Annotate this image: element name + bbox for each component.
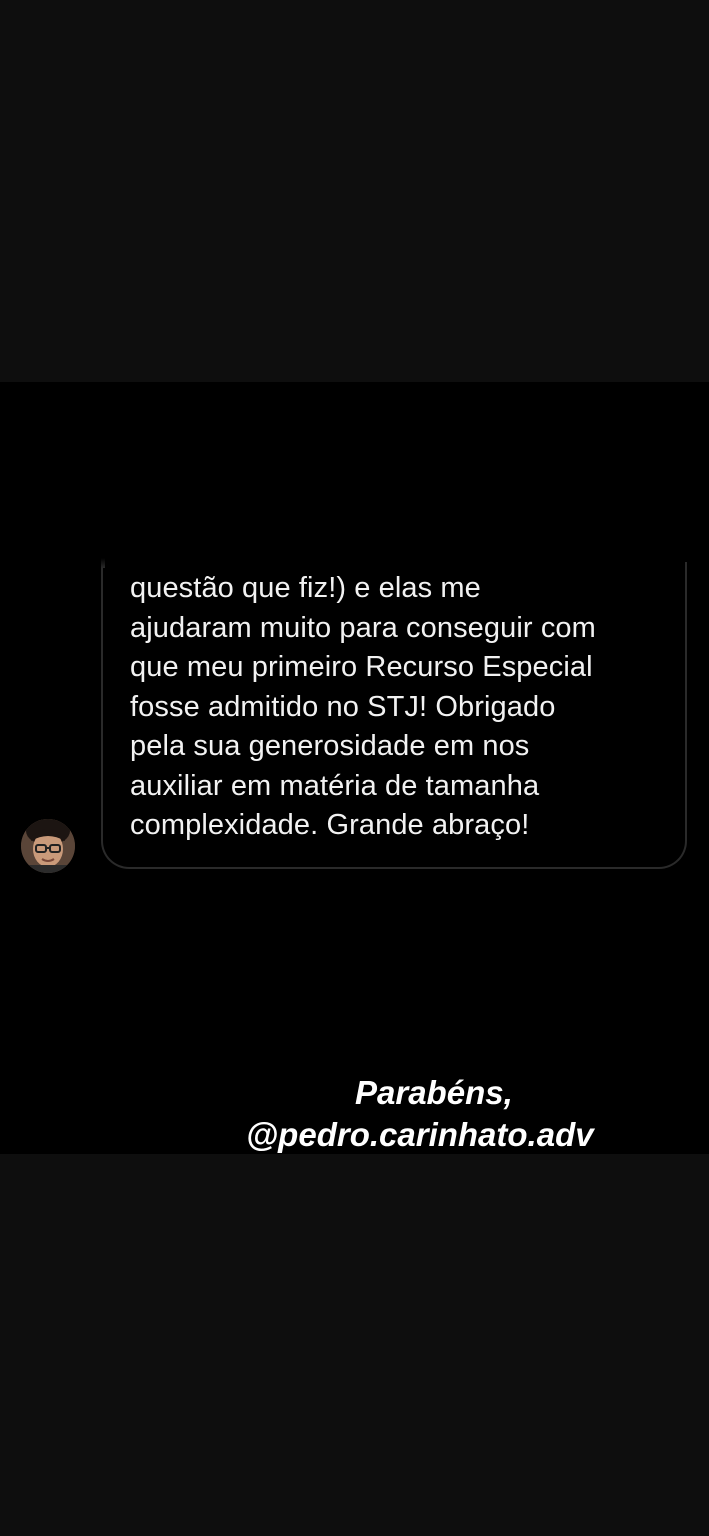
message-line: questão que fiz!) e elas me (130, 572, 481, 604)
message-text: questão que fiz!) e elas me ajudaram mui… (130, 569, 670, 846)
story-frame[interactable]: questão que fiz!) e elas me ajudaram mui… (0, 382, 709, 1154)
avatar-portrait-icon (21, 819, 75, 873)
message-line: fosse admitido no STJ! Obrigado (130, 690, 556, 723)
message-line: que meu primeiro Recurso Especial (130, 651, 593, 683)
caption-mention[interactable]: @pedro.carinhato.adv (0, 1114, 709, 1154)
message-line: complexidade. Grande abraço! (130, 809, 530, 841)
message-line: pela sua generosidade em nos (130, 730, 530, 762)
caption-congrats: Parabéns, (355, 1074, 513, 1111)
bottom-letterbox (0, 1154, 709, 1536)
message-line: auxiliar em matéria de tamanha (130, 769, 540, 802)
sender-avatar[interactable] (21, 819, 75, 873)
screenshot-page: questão que fiz!) e elas me ajudaram mui… (0, 0, 709, 1536)
top-letterbox (0, 0, 709, 382)
story-caption: Parabéns, @pedro.carinhato.adv (0, 1072, 709, 1154)
message-bubble: questão que fiz!) e elas me ajudaram mui… (101, 558, 687, 869)
message-line: ajudaram muito para conseguir com (130, 611, 596, 644)
